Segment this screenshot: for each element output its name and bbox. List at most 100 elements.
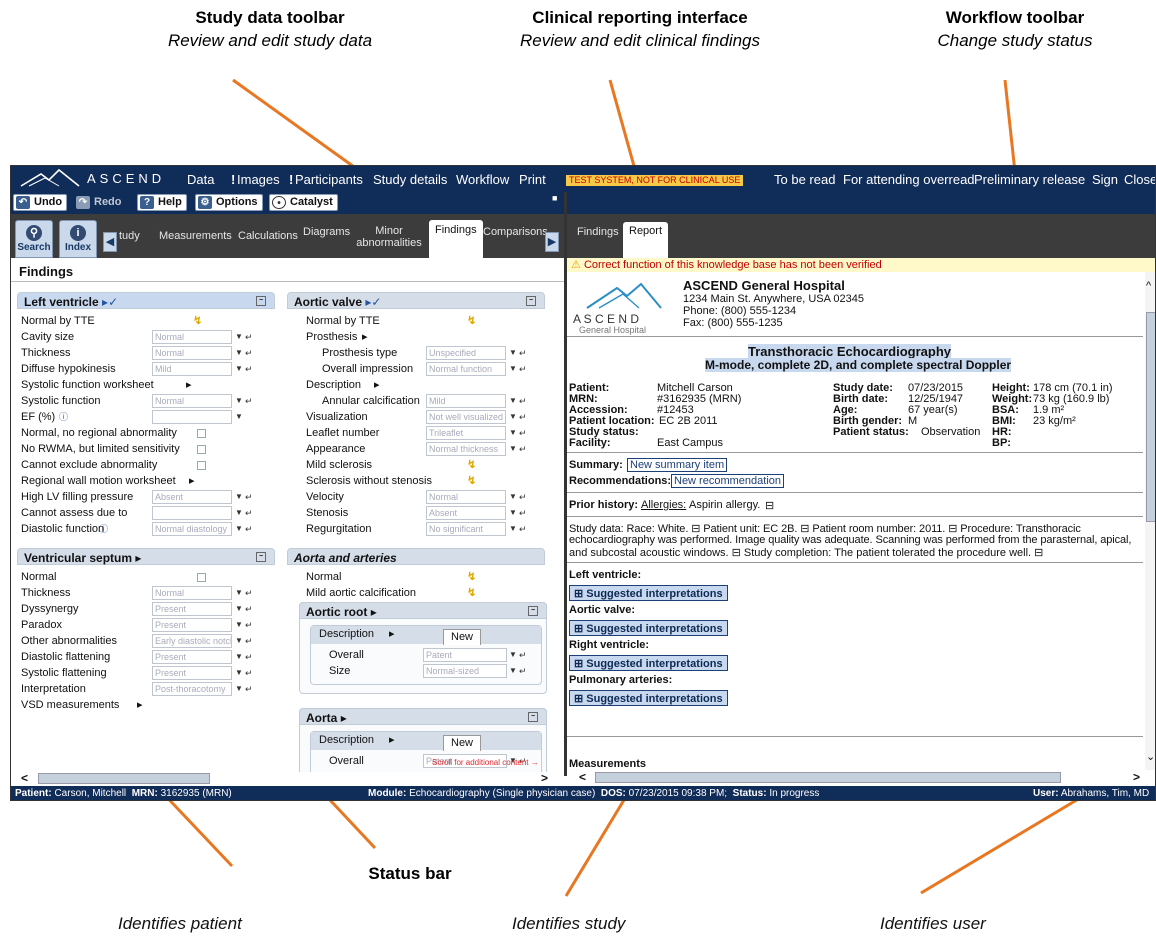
return-icon[interactable]: ↵ [245, 346, 255, 360]
finding-select[interactable]: Normal [426, 490, 506, 504]
return-icon[interactable]: ↵ [245, 682, 255, 696]
menu-images[interactable]: Images [237, 172, 280, 187]
chevron-down-icon[interactable]: ▼ [235, 410, 245, 424]
return-icon[interactable]: ↵ [245, 362, 255, 376]
scroll-thumb[interactable] [595, 772, 1061, 783]
menu-workflow[interactable]: Workflow [456, 172, 509, 187]
workflow-sign[interactable]: Sign [1092, 172, 1118, 187]
chevron-down-icon[interactable]: ▼ [509, 426, 519, 440]
chevron-down-icon[interactable]: ▼ [235, 618, 245, 632]
workflow-close[interactable]: Close [1124, 172, 1155, 187]
collapse-box-icon[interactable]: − [256, 552, 266, 562]
scroll-right-icon[interactable]: > [541, 771, 548, 785]
redo-button[interactable]: ↷ Redo [73, 194, 127, 211]
finding-select[interactable]: Absent [152, 490, 232, 504]
chevron-down-icon[interactable]: ▼ [235, 602, 245, 616]
finding-select[interactable]: Not well visualized [426, 410, 506, 424]
new-description-tab[interactable]: New [443, 629, 482, 645]
tab-measurements[interactable]: Measurements [159, 230, 232, 242]
finding-select[interactable]: Normal diastology [152, 522, 232, 536]
chevron-down-icon[interactable]: ▼ [235, 490, 245, 504]
finding-select[interactable]: Present [152, 618, 232, 632]
return-icon[interactable]: ↵ [519, 410, 529, 424]
new-description-tab[interactable]: New [443, 735, 482, 751]
lightning-icon[interactable]: ↯ [467, 458, 476, 471]
finding-select[interactable]: Mild [152, 362, 232, 376]
lightning-icon[interactable]: ↯ [467, 586, 476, 599]
description-label[interactable]: Description [319, 627, 374, 642]
lightning-icon[interactable]: ↯ [193, 314, 202, 327]
menu-print[interactable]: Print [519, 172, 546, 187]
size-select[interactable]: Normal-sized [423, 664, 507, 678]
scroll-up-icon[interactable]: ^ [1146, 280, 1151, 292]
return-icon[interactable]: ↵ [519, 664, 529, 678]
tab-report-findings[interactable]: Findings [577, 226, 619, 238]
checkbox[interactable] [197, 461, 206, 470]
edit-box-icon[interactable]: ⊟ [765, 499, 774, 512]
finding-select[interactable]: Normal [152, 346, 232, 360]
finding-select[interactable] [152, 410, 232, 424]
lightning-icon[interactable]: ↯ [467, 314, 476, 327]
chevron-down-icon[interactable]: ▼ [235, 650, 245, 664]
finding-select[interactable]: Normal thickness [426, 442, 506, 456]
finding-select[interactable] [152, 506, 232, 520]
scroll-right-icon[interactable]: > [1133, 770, 1140, 784]
workflow-preliminary-release[interactable]: Preliminary release [974, 172, 1085, 187]
chevron-down-icon[interactable]: ▼ [509, 506, 519, 520]
scroll-thumb[interactable] [1146, 312, 1155, 522]
return-icon[interactable]: ↵ [245, 586, 255, 600]
checkbox[interactable] [197, 445, 206, 454]
menu-study-details[interactable]: Study details [373, 172, 447, 187]
finding-select[interactable]: Present [152, 666, 232, 680]
finding-select[interactable]: Absent [426, 506, 506, 520]
workflow-attending-overread[interactable]: For attending overread [843, 172, 975, 187]
right-horizontal-scrollbar[interactable]: < > [567, 770, 1155, 786]
chevron-down-icon[interactable]: ▼ [235, 506, 245, 520]
return-icon[interactable]: ↵ [245, 506, 255, 520]
return-icon[interactable]: ↵ [519, 442, 529, 456]
section-ventricular-septum[interactable]: Ventricular septum ▸ − [17, 548, 275, 565]
finding-select[interactable]: Present [152, 650, 232, 664]
return-icon[interactable]: ↵ [245, 522, 255, 536]
chevron-down-icon[interactable]: ▼ [235, 522, 245, 536]
index-tab[interactable]: i Index [59, 220, 97, 258]
suggested-interpretations-button[interactable]: ⊞ Suggested interpretations [569, 620, 728, 636]
suggested-interpretations-button[interactable]: ⊞ Suggested interpretations [569, 585, 728, 601]
return-icon[interactable]: ↵ [519, 490, 529, 504]
tab-report[interactable]: Report [623, 222, 669, 258]
return-icon[interactable]: ↵ [519, 648, 529, 662]
new-summary-button[interactable]: New summary item [627, 458, 728, 472]
left-horizontal-scrollbar[interactable]: < > [11, 771, 564, 786]
finding-select[interactable]: Unspecified [426, 346, 506, 360]
chevron-down-icon[interactable]: ▼ [235, 666, 245, 680]
return-icon[interactable]: ↵ [519, 394, 529, 408]
return-icon[interactable]: ↵ [245, 394, 255, 408]
chevron-down-icon[interactable]: ▼ [509, 362, 519, 376]
collapse-icon[interactable]: ■ [552, 193, 557, 203]
lightning-icon[interactable]: ↯ [467, 474, 476, 487]
overall-select[interactable]: Patent [423, 648, 507, 662]
chevron-down-icon[interactable]: ▼ [235, 346, 245, 360]
suggested-interpretations-button[interactable]: ⊞ Suggested interpretations [569, 655, 728, 671]
finding-select[interactable]: Post-thoracotomy [152, 682, 232, 696]
info-icon[interactable]: ⓘ [59, 410, 68, 425]
section-aorta[interactable]: Aorta ▸ − [299, 708, 547, 725]
info-icon[interactable]: ⓘ [99, 522, 108, 537]
collapse-box-icon[interactable]: − [528, 606, 538, 616]
return-icon[interactable]: ↵ [245, 666, 255, 680]
tab-comparisons[interactable]: Comparisons [483, 226, 548, 238]
tab-calculations[interactable]: Calculations [238, 230, 298, 242]
workflow-to-be-read[interactable]: To be read [774, 172, 835, 187]
chevron-down-icon[interactable]: ▼ [509, 522, 519, 536]
menu-participants[interactable]: Participants [295, 172, 363, 187]
return-icon[interactable]: ↵ [245, 634, 255, 648]
return-icon[interactable]: ↵ [519, 426, 529, 440]
chevron-down-icon[interactable]: ▼ [509, 664, 519, 678]
scroll-left-icon[interactable]: < [579, 770, 586, 784]
return-icon[interactable]: ↵ [245, 490, 255, 504]
finding-select[interactable]: Normal function [426, 362, 506, 376]
scroll-left-icon[interactable]: < [21, 771, 28, 785]
collapse-box-icon[interactable]: − [528, 712, 538, 722]
lightning-icon[interactable]: ↯ [467, 570, 476, 583]
search-tab[interactable]: ⚲ Search [15, 220, 53, 258]
